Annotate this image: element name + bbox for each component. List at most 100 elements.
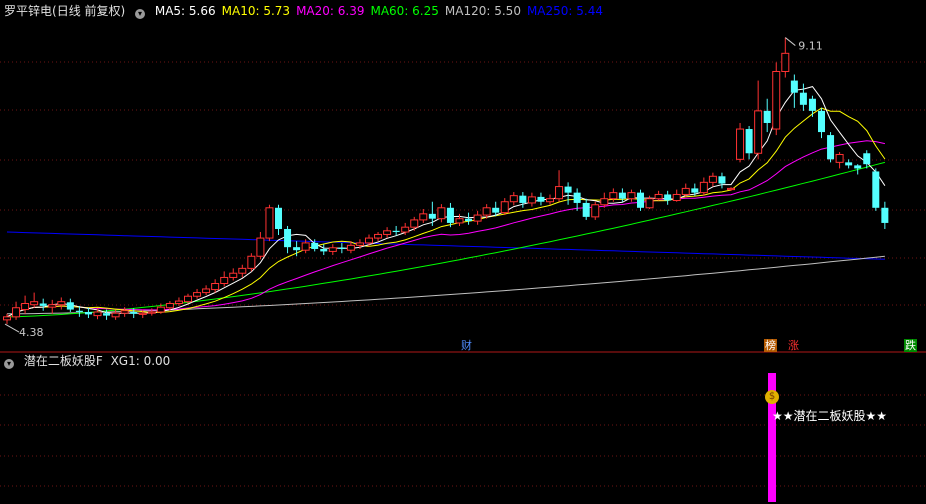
candle-body — [311, 242, 319, 249]
candle-body — [745, 129, 753, 154]
candle-body — [664, 194, 672, 201]
candle-body — [818, 110, 825, 133]
candle-body — [509, 195, 518, 203]
candle-body — [30, 301, 39, 306]
candle-body — [57, 301, 66, 306]
ma10-line — [6, 107, 886, 318]
ma120-line — [7, 255, 885, 315]
candle-body — [600, 198, 609, 206]
candle-body — [808, 98, 816, 111]
candle-body — [419, 213, 428, 221]
candle-body — [202, 288, 211, 294]
candle-body — [637, 192, 644, 208]
candle-body — [718, 176, 726, 184]
ma20-line — [6, 140, 886, 318]
candle-body — [591, 204, 600, 218]
candle-body — [781, 52, 790, 72]
ma-legend-item: MA120: 5.50 — [444, 4, 521, 18]
candle-body — [736, 128, 745, 160]
candle-body — [627, 192, 636, 200]
candle-body — [392, 230, 400, 233]
candle-body — [763, 110, 771, 123]
indicator-title[interactable]: 潜在二板妖股F — [24, 354, 103, 368]
candle-body — [555, 186, 564, 200]
candle-body — [500, 201, 509, 214]
signal-label: ★★潜在二板妖股★★ — [772, 409, 888, 423]
candle-body — [410, 219, 419, 228]
candle-body — [247, 255, 256, 269]
low-price-label: 4.38 — [19, 326, 44, 339]
candle-body — [582, 202, 590, 217]
candle-body — [437, 207, 446, 220]
candle-body — [609, 192, 618, 200]
candle-body — [473, 214, 482, 222]
candle-body — [138, 312, 147, 315]
stock-chart-app: 9.11 4.38 罗平锌电(日线 前复权) ▾ MA5: 5.66 MA10: 5… — [0, 0, 926, 504]
ma-legend-item: MA20: 6.39 — [296, 4, 365, 18]
low-pointer — [4, 323, 20, 333]
indicator-header: ▾ 潜在二板妖股F XG1: 0.00 — [4, 354, 176, 369]
candle-body — [691, 188, 699, 193]
candle-body — [681, 187, 690, 195]
candle-body — [265, 207, 274, 239]
candle-body — [790, 80, 798, 93]
indicator-value: XG1: 0.00 — [110, 354, 171, 368]
marker-die[interactable]: 跌 — [904, 339, 917, 352]
candle-body — [220, 276, 229, 285]
candle-body — [301, 242, 310, 251]
candle-body — [238, 267, 247, 274]
money-bag-icon: $ — [765, 390, 779, 404]
candle-body — [374, 233, 383, 239]
chart-canvas[interactable]: 9.11 4.38 — [0, 0, 926, 504]
candle-body — [365, 237, 373, 244]
candle-body — [401, 226, 410, 233]
candle-body — [211, 283, 220, 291]
candle-body — [184, 295, 192, 303]
candle-body — [174, 300, 183, 305]
candle-body — [446, 207, 454, 223]
ma60-line — [6, 161, 886, 318]
candle-body — [827, 135, 835, 160]
candle-body — [346, 244, 355, 251]
candle-body — [75, 310, 83, 312]
ma-legend-item: MA5: 5.66 — [154, 4, 216, 18]
candle-body — [845, 162, 853, 166]
candle-body — [284, 228, 292, 248]
candle-body — [573, 192, 581, 203]
main-chart-header: 罗平锌电(日线 前复权) ▾ MA5: 5.66 MA10: 5.73 MA20: … — [4, 4, 615, 19]
candle-body — [881, 207, 889, 223]
candle-body — [103, 313, 111, 316]
candle-body — [39, 303, 47, 306]
ma-legend-item: MA60: 6.25 — [370, 4, 439, 18]
candle-body — [465, 218, 473, 222]
marker-bang[interactable]: 榜 — [764, 339, 777, 352]
marker-zhang[interactable]: 涨 — [787, 339, 800, 352]
ma-legend-item: MA250: 5.44 — [526, 4, 603, 18]
candle-body — [12, 307, 21, 318]
candle-body — [835, 153, 844, 163]
candle-body — [93, 311, 102, 317]
candle-body — [872, 171, 880, 208]
candle-body — [111, 312, 120, 318]
candle-body — [275, 207, 282, 229]
ma-legend: MA5: 5.66 MA10: 5.73 MA20: 6.39 MA60: 6.25 M… — [155, 4, 609, 18]
candle-body — [229, 272, 238, 278]
candle-body — [699, 181, 708, 194]
candle-body — [383, 230, 392, 235]
chevron-down-icon[interactable]: ▾ — [135, 9, 146, 19]
chart-period: (日线 前复权) — [52, 4, 126, 18]
candle-body — [527, 196, 536, 204]
candle-body — [799, 92, 807, 105]
candle-body — [256, 237, 265, 257]
candle-body — [772, 70, 781, 130]
marker-cai[interactable]: 财 — [460, 339, 473, 352]
candle-body — [147, 311, 156, 314]
ma-legend-item: MA10: 5.73 — [221, 4, 291, 18]
candle-body — [482, 207, 491, 216]
candle-body — [519, 195, 527, 203]
candle-body — [492, 207, 500, 213]
stock-name[interactable]: 罗平锌电 — [4, 4, 52, 18]
chevron-down-icon[interactable]: ▾ — [4, 359, 14, 369]
candle-body — [320, 248, 328, 252]
candle-body — [854, 165, 862, 169]
